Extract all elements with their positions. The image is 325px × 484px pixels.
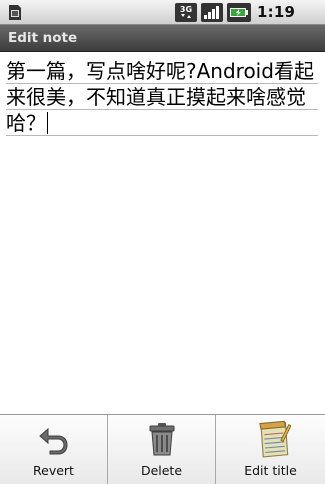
options-menu: Revert Delete Edit title <box>0 414 325 484</box>
note-content-area: 第一篇，写点啥好呢?Android看起来很美，不知道真正摸起来啥感觉哈？ <box>0 52 325 414</box>
status-bar: 3G 1:19 PM <box>0 0 325 40</box>
delete-label: Delete <box>140 463 183 478</box>
revert-label: Revert <box>33 463 74 478</box>
battery-charging-icon <box>227 3 251 22</box>
edit-title-label: Edit title <box>244 463 297 478</box>
delete-button[interactable]: Delete <box>108 415 216 484</box>
notepad-icon <box>258 420 291 458</box>
network-type-label: 3G <box>180 5 192 14</box>
page-title: Edit note <box>8 30 78 46</box>
revert-arrow-icon <box>38 427 68 455</box>
data-activity-icon: 3G <box>175 3 197 22</box>
note-text-editor[interactable]: 第一篇，写点啥好呢?Android看起来很美，不知道真正摸起来啥感觉哈？ <box>6 58 318 136</box>
signal-icon <box>201 3 223 22</box>
trash-can-icon <box>149 423 174 456</box>
sim-card-icon <box>9 5 21 20</box>
title-bar: Edit note <box>0 25 325 52</box>
revert-button[interactable]: Revert <box>0 415 108 484</box>
note-text: 第一篇，写点啥好呢?Android看起来很美，不知道真正摸起来啥感觉哈？ <box>6 59 314 135</box>
edit-title-button[interactable]: Edit title <box>216 415 325 484</box>
text-cursor <box>47 112 48 134</box>
